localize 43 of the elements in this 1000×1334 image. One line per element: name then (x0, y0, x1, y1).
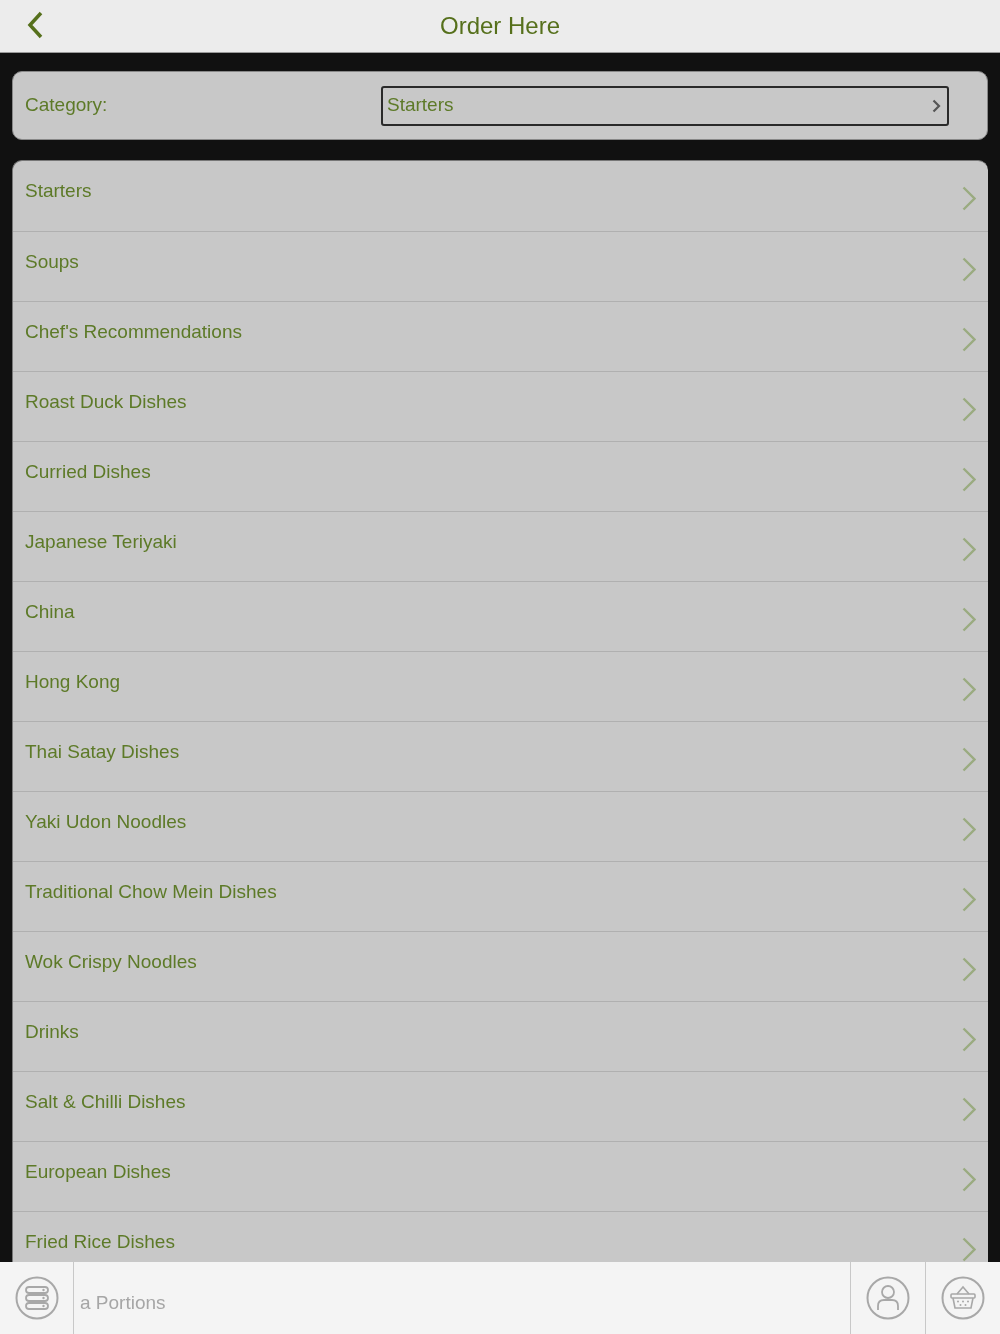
chevron-right-icon (962, 677, 976, 702)
category-row[interactable]: Salt & Chilli Dishes (13, 1071, 988, 1141)
category-row[interactable]: Japanese Teriyaki (13, 511, 988, 581)
chevron-right-icon (962, 397, 976, 422)
category-row[interactable]: Wok Crispy Noodles (13, 931, 988, 1001)
chevron-right-icon (962, 957, 976, 982)
chevron-right-icon (962, 1167, 976, 1192)
chevron-right-icon (962, 327, 976, 352)
chevron-right-icon (962, 747, 976, 772)
chevron-right-icon (962, 186, 976, 211)
category-row[interactable]: Curried Dishes (13, 441, 988, 511)
category-row[interactable]: Yaki Udon Noodles (13, 791, 988, 861)
category-row[interactable]: European Dishes (13, 1141, 988, 1211)
menu-button[interactable] (14, 1276, 59, 1320)
basket-button[interactable] (941, 1276, 985, 1320)
category-row[interactable]: Starters (13, 161, 988, 231)
chevron-right-icon (962, 537, 976, 562)
stacked-bars-icon (14, 1276, 59, 1320)
chevron-right-icon (962, 1237, 976, 1262)
back-chevron-icon (26, 11, 44, 39)
category-row[interactable]: Roast Duck Dishes (13, 371, 988, 441)
bottom-bar-label: a Portions (80, 1290, 166, 1315)
basket-icon (941, 1276, 985, 1320)
category-row[interactable]: Thai Satay Dishes (13, 721, 988, 791)
chevron-right-icon (962, 467, 976, 492)
chevron-right-icon (962, 1027, 976, 1052)
user-icon (866, 1276, 910, 1320)
page-title: Order Here (439, 14, 560, 38)
chevron-right-icon (962, 1097, 976, 1122)
category-row[interactable]: China (13, 581, 988, 651)
category-row[interactable]: Traditional Chow Mein Dishes (13, 861, 988, 931)
chevron-right-icon (932, 98, 941, 113)
category-row[interactable]: Hong Kong (13, 651, 988, 721)
chevron-right-icon (962, 887, 976, 912)
category-row[interactable]: Soups (13, 231, 988, 301)
category-row[interactable]: Drinks (13, 1001, 988, 1071)
chevron-right-icon (962, 257, 976, 282)
chevron-right-icon (962, 817, 976, 842)
category-label: Category: (25, 93, 109, 118)
chevron-right-icon (962, 607, 976, 632)
account-button[interactable] (866, 1276, 910, 1320)
category-row[interactable]: Chef's Recommendations (13, 301, 988, 371)
category-select[interactable]: Starters (381, 85, 949, 126)
